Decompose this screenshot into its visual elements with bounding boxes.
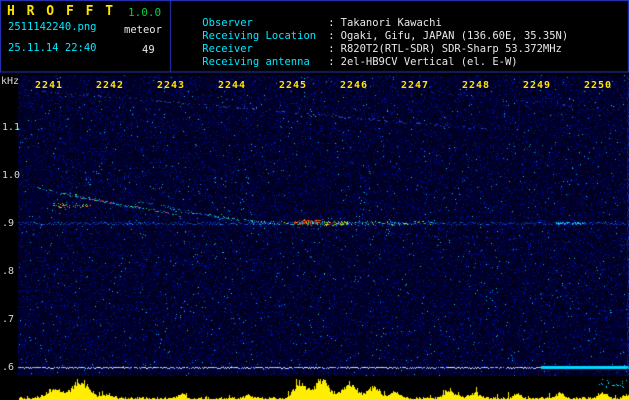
y-axis-unit: kHz [1,76,20,87]
x-tick: 2248 [462,80,491,91]
count-label: 49 [142,44,155,56]
x-tick: 2247 [401,80,430,91]
y-tick: 1.1 [2,122,21,133]
output-filename: 2511142240.png [8,21,97,33]
hrofft-window: H R O F F T 1.0.0 2511142240.png meteor … [0,0,629,400]
info-row-antenna: Receiving antenna:2el-HB9CV Vertical (el… [177,43,518,82]
y-tick: .8 [2,266,15,277]
x-tick: 2249 [523,80,552,91]
colon-separator: : [328,56,335,68]
datetime-label: 25.11.14 22:40 [8,42,97,54]
x-tick: 2244 [218,80,247,91]
y-tick: .7 [2,314,15,325]
app-version: 1.0.0 [128,6,162,19]
x-tick: 2250 [584,80,613,91]
y-tick: .9 [2,218,15,229]
y-tick: .6 [2,362,15,373]
x-tick: 2242 [96,80,125,91]
info-value: 2el-HB9CV Vertical (el. E-W) [340,56,518,68]
x-tick: 2246 [340,80,369,91]
y-tick: 1.0 [2,170,21,181]
x-tick: 2241 [35,80,64,91]
info-label: Receiving antenna [202,56,310,68]
x-tick: 2245 [279,80,308,91]
app-title: H R O F F T [7,4,116,19]
mode-label: meteor [124,24,162,36]
x-tick: 2243 [157,80,186,91]
